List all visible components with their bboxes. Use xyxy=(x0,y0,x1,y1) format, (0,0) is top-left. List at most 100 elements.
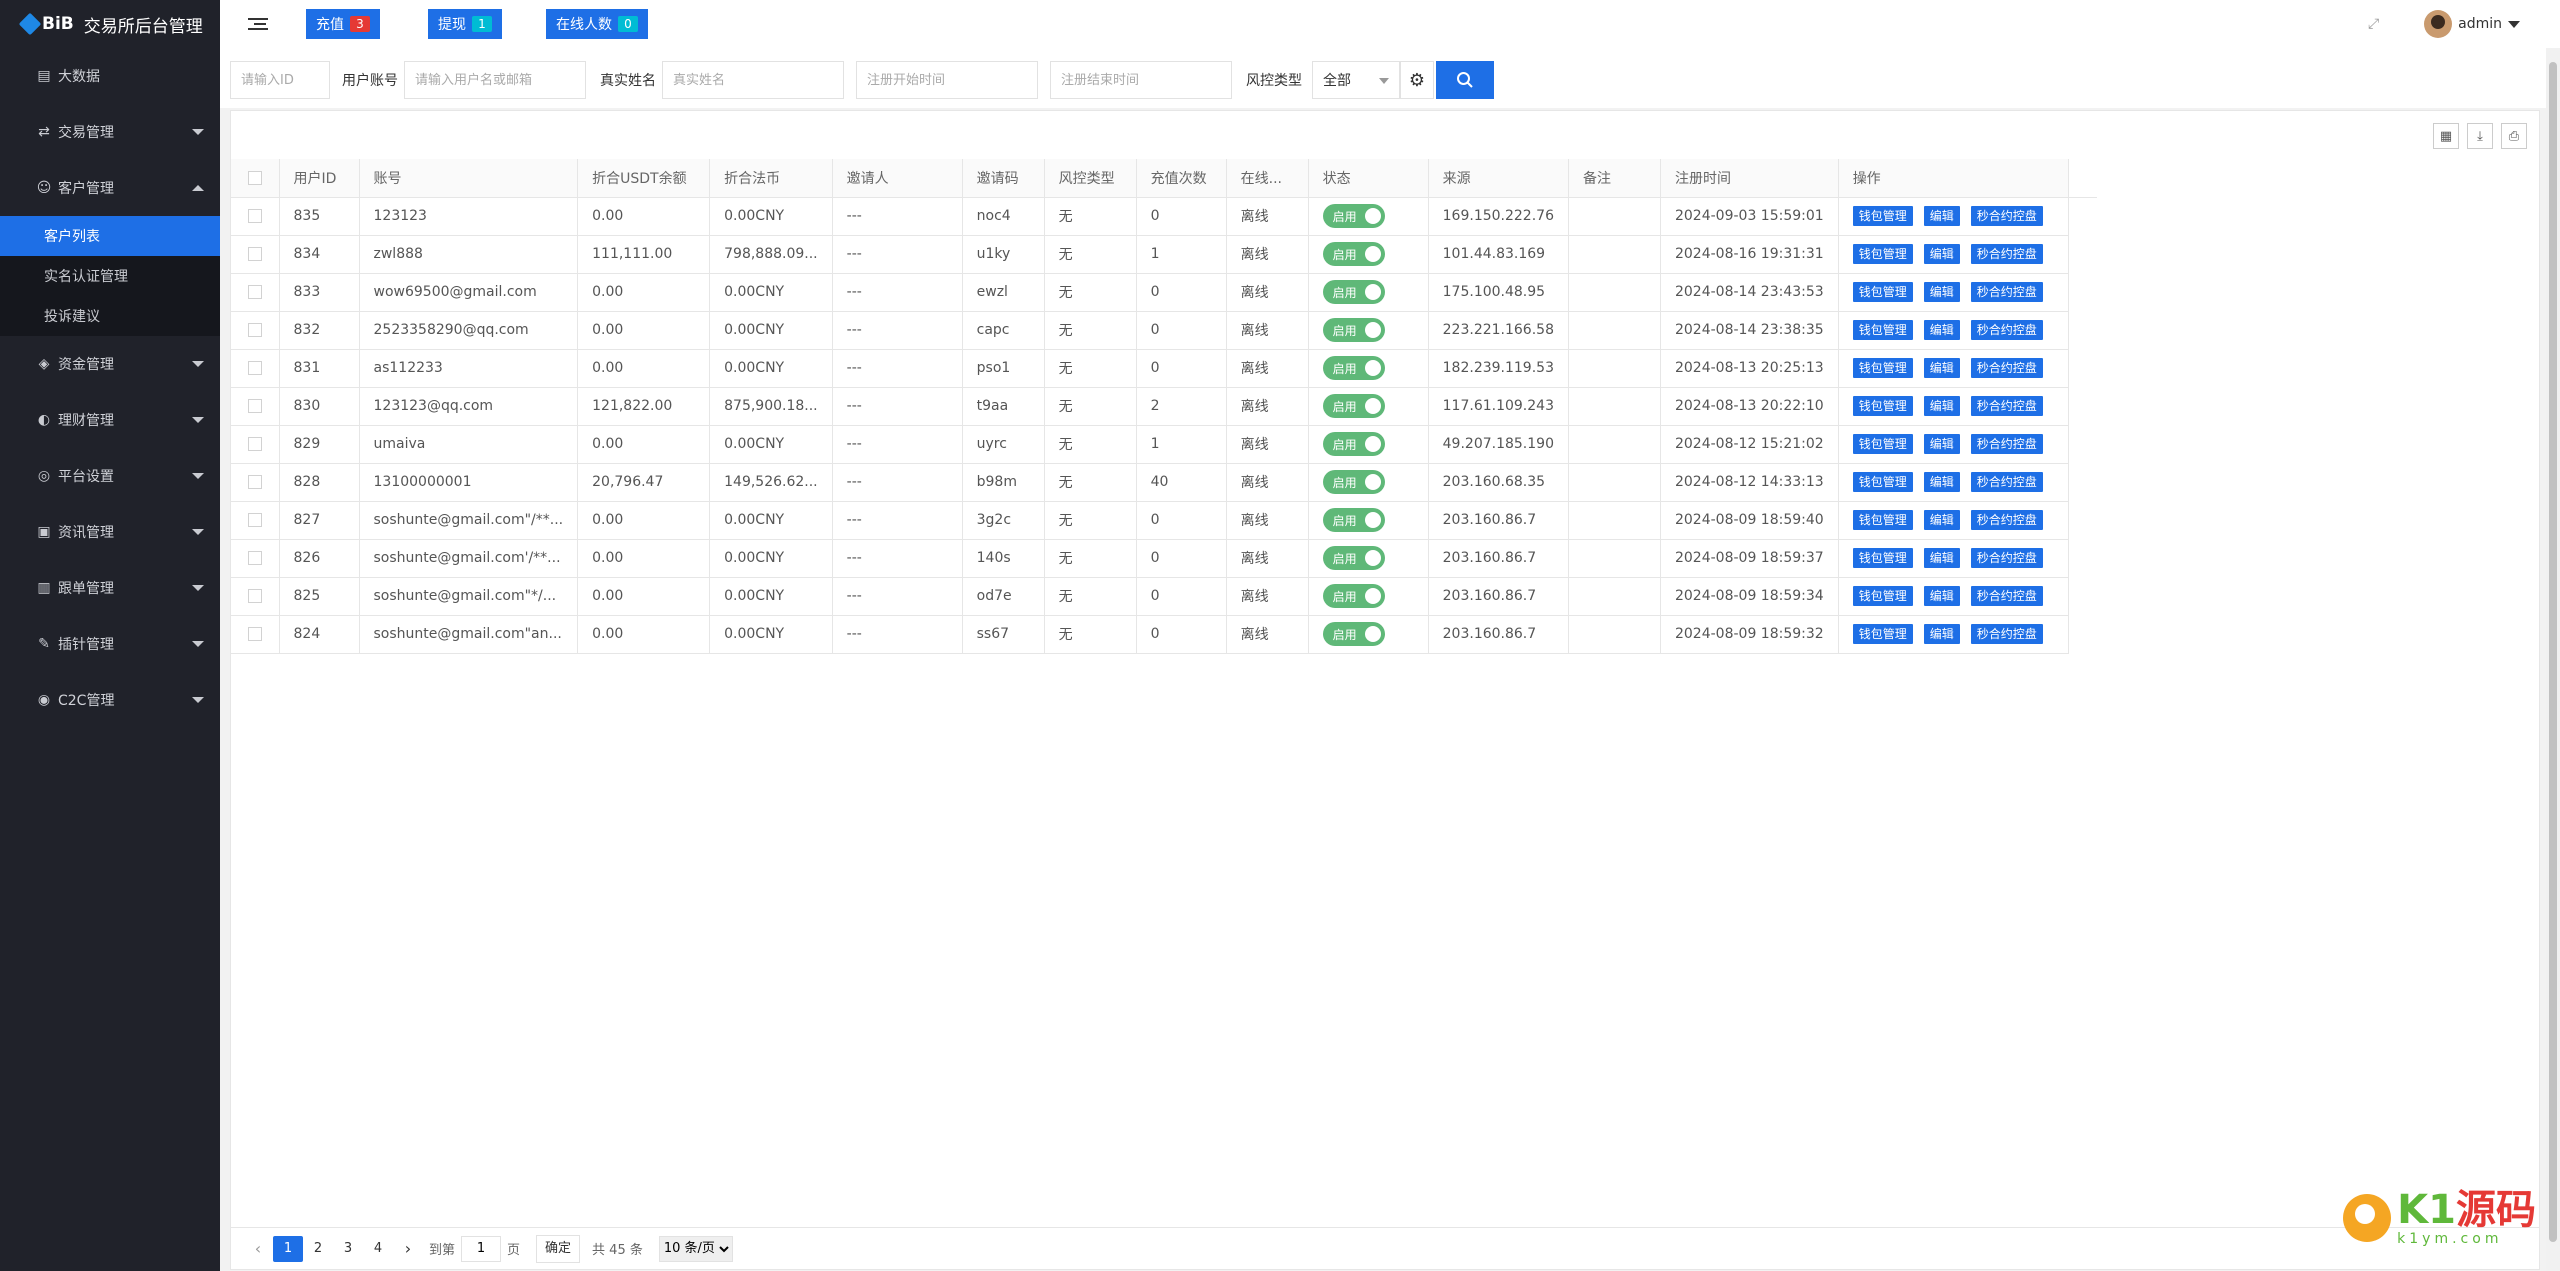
row-checkbox[interactable] xyxy=(247,513,262,527)
contract-control-button[interactable]: 秒合约控盘 xyxy=(1970,624,2043,644)
goto-confirm-button[interactable]: 确定 xyxy=(536,1234,581,1263)
realname-input[interactable] xyxy=(662,61,844,99)
columns-filter-button[interactable]: ▦ xyxy=(2433,123,2459,149)
contract-control-button[interactable]: 秒合约控盘 xyxy=(1970,282,2043,302)
row-select-cell[interactable] xyxy=(231,311,280,350)
contract-control-button[interactable]: 秒合约控盘 xyxy=(1970,320,2043,340)
row-select-cell[interactable] xyxy=(231,577,280,616)
row-select-cell[interactable] xyxy=(231,235,280,274)
sidebar-item-3[interactable]: ◈ 资金管理 xyxy=(0,336,220,392)
status-toggle[interactable]: 启用 xyxy=(1322,622,1385,646)
vertical-scrollbar[interactable] xyxy=(2546,48,2560,1271)
risk-type-select[interactable]: 全部 xyxy=(1312,61,1400,99)
sidebar-item-6[interactable]: ▣ 资讯管理 xyxy=(0,504,220,560)
withdraw-button[interactable]: 提现 1 xyxy=(428,9,502,39)
edit-button[interactable]: 编辑 xyxy=(1923,358,1960,378)
row-checkbox[interactable] xyxy=(247,589,262,603)
row-select-cell[interactable] xyxy=(231,197,280,236)
wallet-manage-button[interactable]: 钱包管理 xyxy=(1852,510,1913,530)
status-toggle[interactable]: 启用 xyxy=(1322,508,1385,532)
edit-button[interactable]: 编辑 xyxy=(1923,320,1960,340)
status-toggle[interactable]: 启用 xyxy=(1322,394,1385,418)
row-select-cell[interactable] xyxy=(231,501,280,540)
fullscreen-icon[interactable]: ⤢ xyxy=(2368,16,2382,32)
status-toggle[interactable]: 启用 xyxy=(1322,584,1385,608)
row-checkbox[interactable] xyxy=(247,247,262,261)
user-menu[interactable]: admin xyxy=(2424,10,2520,38)
status-toggle[interactable]: 启用 xyxy=(1322,546,1385,570)
edit-button[interactable]: 编辑 xyxy=(1923,282,1960,302)
edit-button[interactable]: 编辑 xyxy=(1923,510,1960,530)
sidebar-subitem-2[interactable]: 投诉建议 xyxy=(0,296,220,336)
page-number[interactable]: 2 xyxy=(303,1236,333,1262)
prev-page-icon[interactable]: ‹ xyxy=(243,1236,273,1262)
row-select-cell[interactable] xyxy=(231,463,280,502)
row-checkbox[interactable] xyxy=(247,551,262,565)
export-button[interactable]: ⤓ xyxy=(2467,123,2493,149)
online-users-button[interactable]: 在线人数 0 xyxy=(546,9,648,39)
sidebar-item-5[interactable]: ◎ 平台设置 xyxy=(0,448,220,504)
page-number[interactable]: 1 xyxy=(273,1235,303,1262)
goto-page-input[interactable] xyxy=(461,1235,502,1262)
sidebar-item-0[interactable]: ▤ 大数据 xyxy=(0,48,220,104)
row-checkbox[interactable] xyxy=(247,209,262,223)
wallet-manage-button[interactable]: 钱包管理 xyxy=(1852,624,1913,644)
contract-control-button[interactable]: 秒合约控盘 xyxy=(1970,206,2043,226)
status-toggle[interactable]: 启用 xyxy=(1322,470,1385,494)
status-toggle[interactable]: 启用 xyxy=(1322,318,1385,342)
wallet-manage-button[interactable]: 钱包管理 xyxy=(1852,320,1913,340)
sidebar-item-4[interactable]: ◐ 理财管理 xyxy=(0,392,220,448)
status-toggle[interactable]: 启用 xyxy=(1322,280,1385,304)
row-select-cell[interactable] xyxy=(231,387,280,426)
wallet-manage-button[interactable]: 钱包管理 xyxy=(1852,396,1913,416)
sidebar-item-8[interactable]: ✎ 插针管理 xyxy=(0,616,220,672)
reg-start-input[interactable] xyxy=(856,61,1038,99)
wallet-manage-button[interactable]: 钱包管理 xyxy=(1852,548,1913,568)
sidebar-subitem-0[interactable]: 客户列表 xyxy=(0,216,220,256)
page-number[interactable]: 4 xyxy=(363,1236,393,1262)
row-checkbox[interactable] xyxy=(247,627,262,641)
sidebar-item-2[interactable]: ☺ 客户管理 xyxy=(0,160,220,216)
wallet-manage-button[interactable]: 钱包管理 xyxy=(1852,282,1913,302)
account-input[interactable] xyxy=(404,61,586,99)
id-input[interactable] xyxy=(230,61,330,99)
contract-control-button[interactable]: 秒合约控盘 xyxy=(1970,510,2043,530)
wallet-manage-button[interactable]: 钱包管理 xyxy=(1852,472,1913,492)
row-checkbox[interactable] xyxy=(247,323,262,337)
wallet-manage-button[interactable]: 钱包管理 xyxy=(1852,586,1913,606)
status-toggle[interactable]: 启用 xyxy=(1322,432,1385,456)
row-checkbox[interactable] xyxy=(247,285,262,299)
row-select-cell[interactable] xyxy=(231,615,280,654)
select-all-cell[interactable] xyxy=(231,159,280,198)
contract-control-button[interactable]: 秒合约控盘 xyxy=(1970,244,2043,264)
row-select-cell[interactable] xyxy=(231,539,280,578)
sidebar-item-9[interactable]: ◉ C2C管理 xyxy=(0,672,220,728)
wallet-manage-button[interactable]: 钱包管理 xyxy=(1852,434,1913,454)
contract-control-button[interactable]: 秒合约控盘 xyxy=(1970,472,2043,492)
row-checkbox[interactable] xyxy=(247,361,262,375)
search-button[interactable] xyxy=(1436,61,1494,99)
edit-button[interactable]: 编辑 xyxy=(1923,206,1960,226)
edit-button[interactable]: 编辑 xyxy=(1923,244,1960,264)
edit-button[interactable]: 编辑 xyxy=(1923,586,1960,606)
edit-button[interactable]: 编辑 xyxy=(1923,396,1960,416)
contract-control-button[interactable]: 秒合约控盘 xyxy=(1970,548,2043,568)
contract-control-button[interactable]: 秒合约控盘 xyxy=(1970,396,2043,416)
row-select-cell[interactable] xyxy=(231,425,280,464)
gear-button[interactable]: ⚙ xyxy=(1400,61,1434,99)
scrollbar-thumb[interactable] xyxy=(2549,62,2557,1242)
sidebar-item-1[interactable]: ⇄ 交易管理 xyxy=(0,104,220,160)
row-select-cell[interactable] xyxy=(231,349,280,388)
status-toggle[interactable]: 启用 xyxy=(1322,204,1385,228)
reg-end-input[interactable] xyxy=(1050,61,1232,99)
sidebar-subitem-1[interactable]: 实名认证管理 xyxy=(0,256,220,296)
menu-toggle-icon[interactable] xyxy=(248,14,268,34)
edit-button[interactable]: 编辑 xyxy=(1923,472,1960,492)
contract-control-button[interactable]: 秒合约控盘 xyxy=(1970,586,2043,606)
row-checkbox[interactable] xyxy=(247,475,262,489)
edit-button[interactable]: 编辑 xyxy=(1923,434,1960,454)
page-number[interactable]: 3 xyxy=(333,1236,363,1262)
next-page-icon[interactable]: › xyxy=(393,1236,423,1262)
page-size-select[interactable]: 10 条/页 xyxy=(658,1235,733,1262)
status-toggle[interactable]: 启用 xyxy=(1322,242,1385,266)
